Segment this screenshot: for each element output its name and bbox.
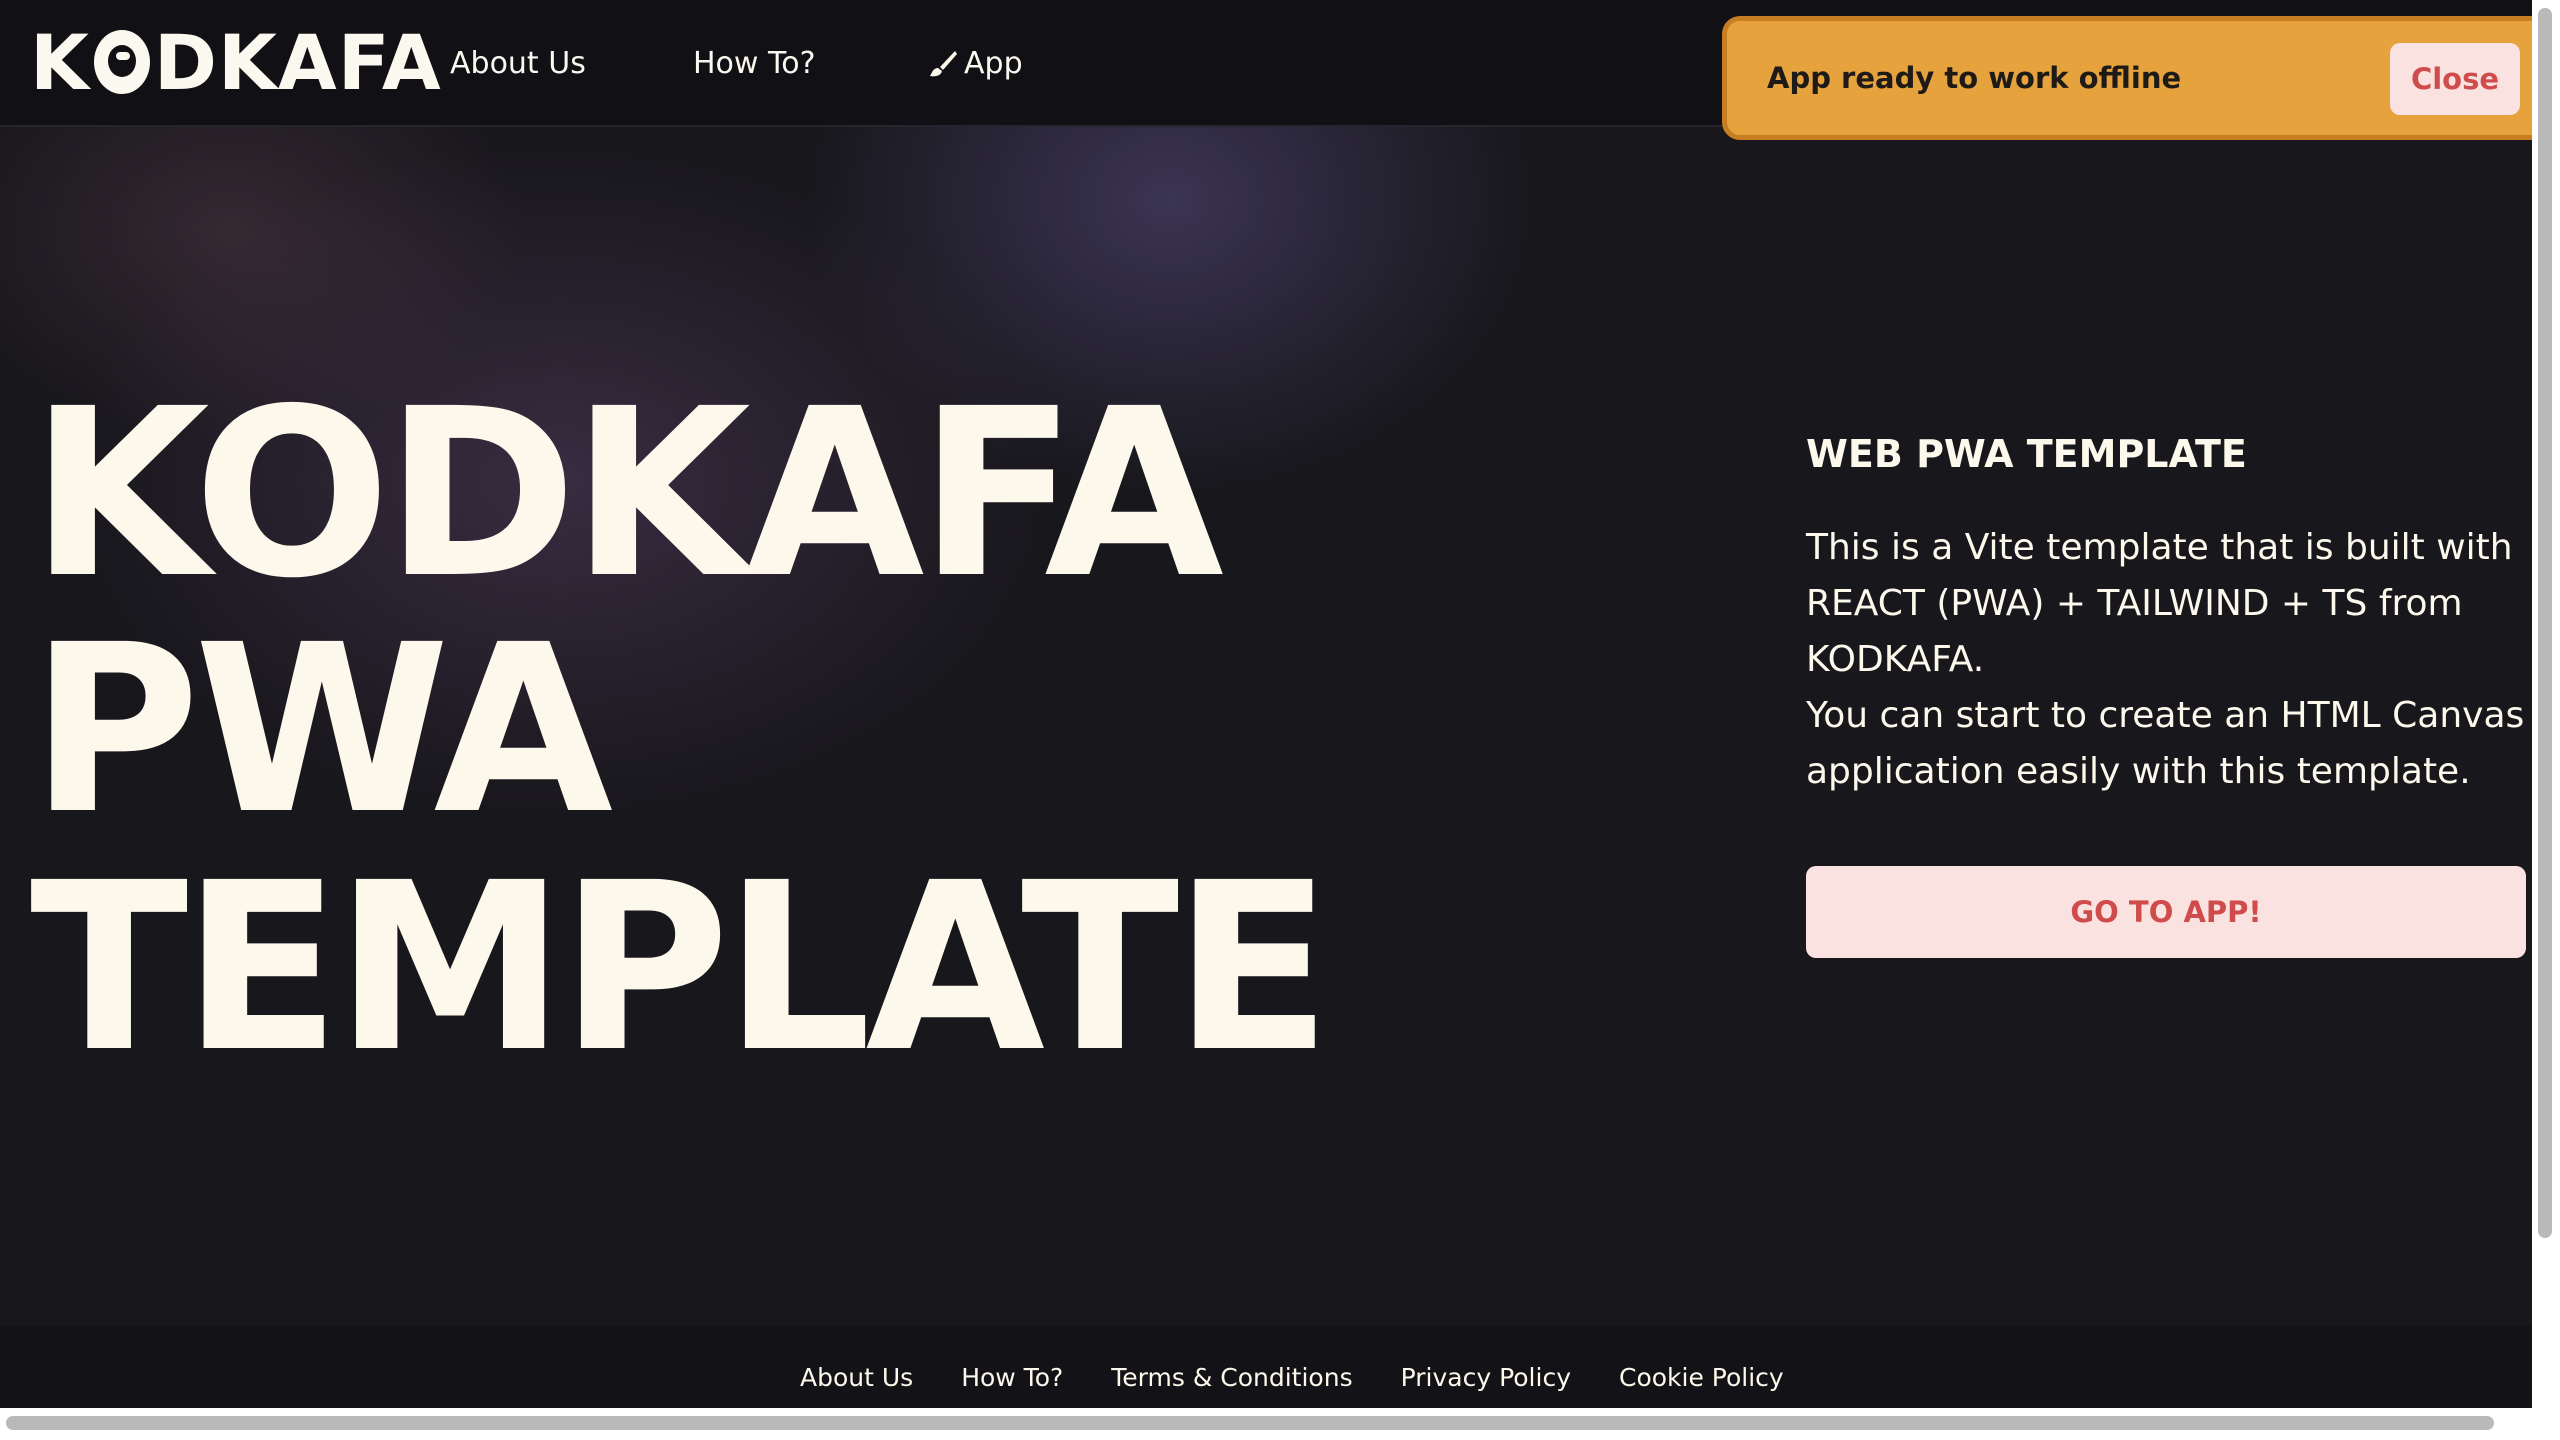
logo-letter: K [30, 17, 90, 107]
toast-message: App ready to work offline [1767, 61, 2182, 95]
footer-link-privacy[interactable]: Privacy Policy [1401, 1363, 1571, 1392]
go-to-app-button[interactable]: GO TO APP! [1806, 866, 2526, 958]
footer-link-cookie[interactable]: Cookie Policy [1619, 1363, 1784, 1392]
nav-app[interactable]: App [928, 0, 1023, 127]
nav-how-to[interactable]: How To? [693, 0, 816, 127]
offline-ready-toast: App ready to work offline Close [1722, 16, 2560, 140]
nav-about-us-label: About Us [450, 46, 586, 81]
footer-link-how-to[interactable]: How To? [961, 1363, 1063, 1392]
nav-about-us[interactable]: About Us [450, 0, 586, 127]
footer-links: About Us How To? Terms & Conditions Priv… [800, 1363, 1832, 1392]
hero-title-line-3: TEMPLATE [30, 833, 1332, 1103]
nav-app-label: App [964, 46, 1023, 81]
toast-close-button[interactable]: Close [2390, 43, 2520, 115]
logo-face-icon [93, 30, 150, 94]
hero-title-line-2: PWA [30, 595, 613, 865]
horizontal-scrollbar-thumb[interactable] [6, 1416, 2494, 1430]
panel-heading: WEB PWA TEMPLATE [1806, 432, 2247, 476]
kodkafa-logo[interactable]: K DKAFA [30, 18, 442, 107]
logo-text: DKAFA [153, 17, 442, 107]
nav-how-to-label: How To? [693, 46, 816, 81]
footer-link-about-us[interactable]: About Us [800, 1363, 913, 1392]
brush-icon [928, 49, 958, 79]
vertical-scrollbar-thumb[interactable] [2538, 8, 2552, 1238]
panel-paragraph-2: You can start to create an HTML Canvas a… [1806, 695, 2525, 792]
hero-title-line-1: KODKAFA [30, 359, 1224, 629]
panel-description: This is a Vite template that is built wi… [1806, 520, 2526, 800]
panel-paragraph-1: This is a Vite template that is built wi… [1806, 527, 2513, 680]
footer-link-terms[interactable]: Terms & Conditions [1111, 1363, 1352, 1392]
page: K DKAFA About Us How To? App App ready t… [0, 0, 2560, 1440]
